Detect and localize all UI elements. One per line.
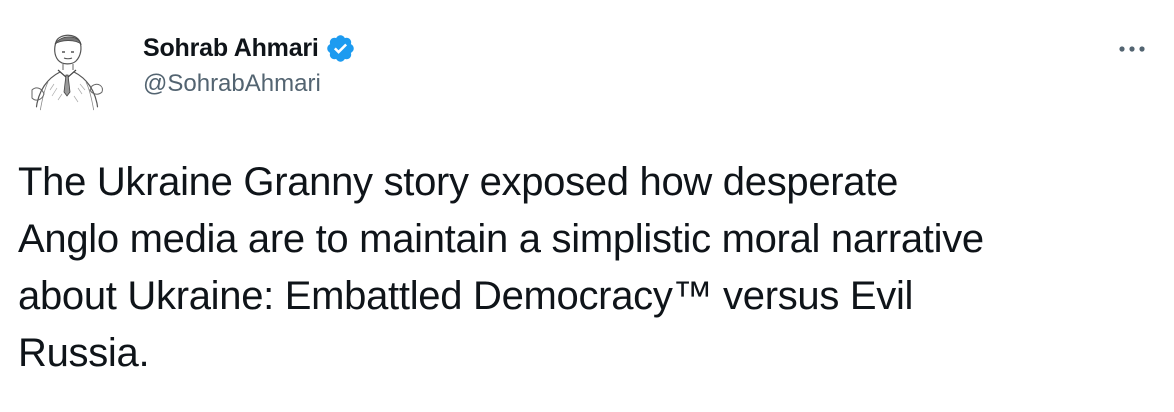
tweet-text: The Ukraine Granny story exposed how des… <box>18 160 984 375</box>
name-row: Sohrab Ahmari <box>143 30 356 66</box>
author-block: Sohrab Ahmari @SohrabAhmari <box>143 30 356 98</box>
more-options-button[interactable] <box>1110 34 1154 64</box>
display-name[interactable]: Sohrab Ahmari <box>143 34 319 63</box>
more-options-icon <box>1119 46 1145 52</box>
tweet-card: Sohrab Ahmari @SohrabAhmari The Ukraine … <box>0 0 1174 412</box>
avatar-sketch-icon <box>18 20 116 118</box>
verified-badge-icon <box>325 33 356 64</box>
user-handle[interactable]: @SohrabAhmari <box>143 70 356 98</box>
avatar[interactable] <box>18 20 116 118</box>
